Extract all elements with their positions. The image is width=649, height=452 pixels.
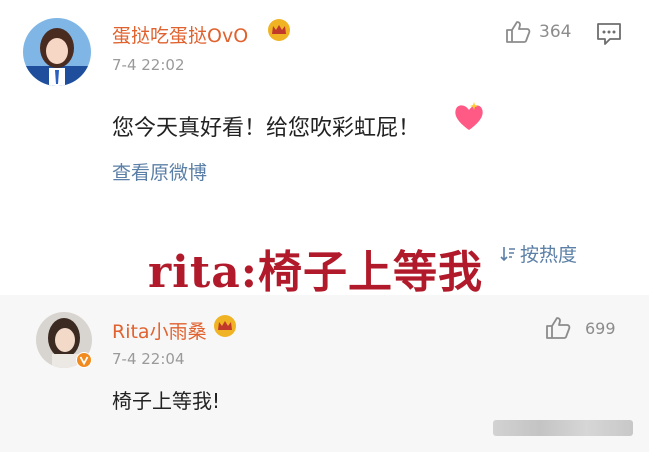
username[interactable]: 蛋挞吃蛋挞OvO <box>112 21 248 48</box>
avatar[interactable] <box>23 18 91 86</box>
thumbs-up-icon <box>546 317 571 339</box>
view-original-link[interactable]: 查看原微博 <box>112 158 207 185</box>
like-button[interactable]: 699 <box>545 316 616 340</box>
sort-icon <box>500 246 515 261</box>
timestamp: 7-4 22:04 <box>112 350 185 368</box>
thumbs-up-icon <box>506 21 531 43</box>
like-count: 364 <box>539 22 572 42</box>
comment-icon[interactable] <box>596 22 622 46</box>
verified-badge-icon <box>76 352 92 368</box>
heart-emoji-icon <box>455 102 483 130</box>
username[interactable]: Rita小雨桑 <box>112 317 207 344</box>
vip-crown-icon <box>214 315 236 337</box>
blurred-watermark <box>493 420 633 436</box>
sort-label: 按热度 <box>520 244 578 266</box>
like-count: 699 <box>585 318 616 338</box>
caption-overlay: rita:椅子上等我 <box>148 247 483 298</box>
sort-by-hot-button[interactable]: 按热度 <box>500 240 577 267</box>
vip-crown-icon <box>268 19 290 41</box>
comment-text: 您今天真好看！给您吹彩虹屁！ <box>112 116 421 141</box>
timestamp: 7-4 22:02 <box>112 56 185 74</box>
reply-text: 椅子上等我! <box>112 389 221 413</box>
like-button[interactable]: 364 <box>505 20 571 44</box>
